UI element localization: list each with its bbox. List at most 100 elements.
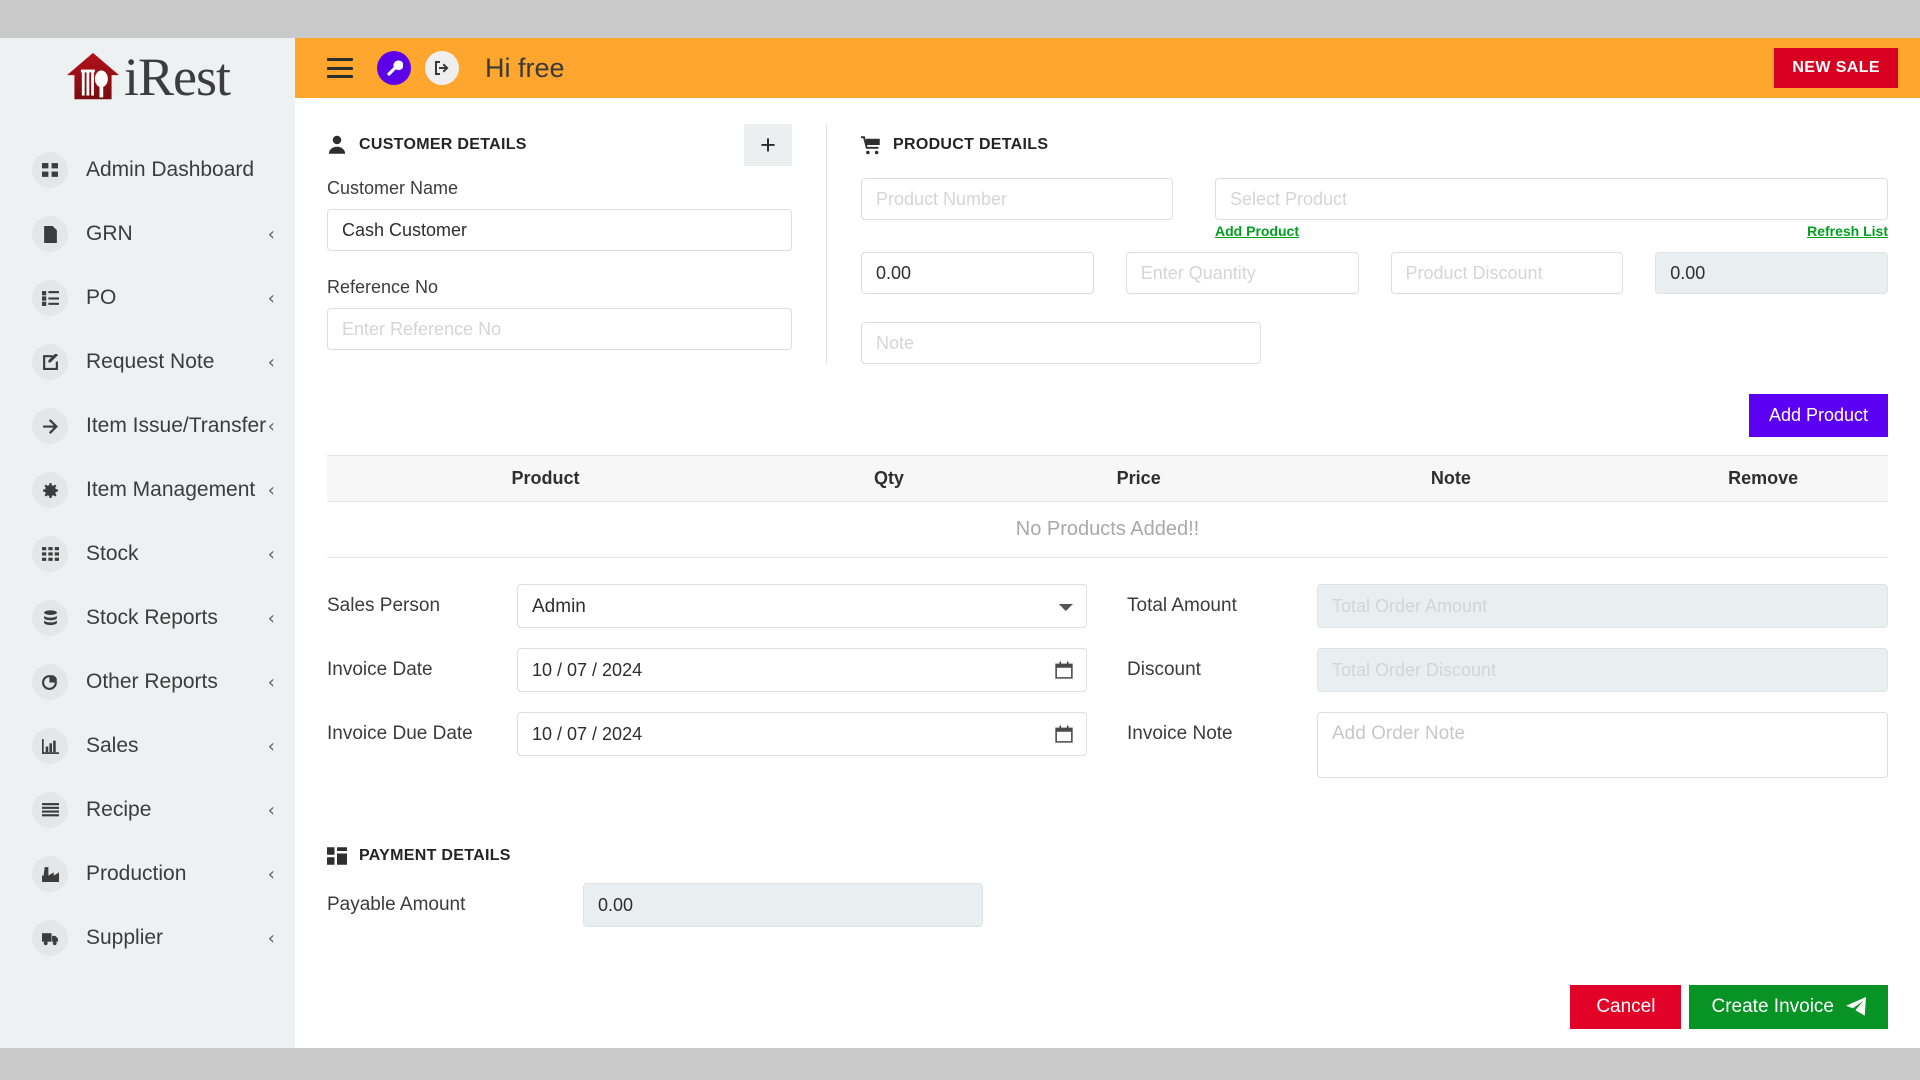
payable-amount-input bbox=[583, 883, 983, 927]
bar-chart-icon bbox=[32, 728, 68, 764]
sidebar-item-label: Supplier bbox=[86, 926, 164, 949]
order-discount-label: Discount bbox=[1127, 659, 1201, 680]
user-icon bbox=[328, 135, 346, 154]
payment-details-title: PAYMENT DETAILS bbox=[359, 847, 511, 864]
grid-icon bbox=[32, 152, 68, 188]
invoice-date-row: Invoice Date bbox=[327, 648, 1087, 692]
product-total-input bbox=[1655, 252, 1888, 294]
product-note-input[interactable] bbox=[861, 322, 1261, 364]
customer-details-panel: CUSTOMER DETAILS + Customer Name Referen… bbox=[327, 124, 827, 364]
chevron-left-icon: ‹ bbox=[267, 607, 275, 629]
product-details-panel: PRODUCT DETAILS Add Product Refresh List bbox=[827, 124, 1888, 364]
select-product-input[interactable] bbox=[1215, 178, 1888, 220]
refresh-list-link[interactable]: Refresh List bbox=[1807, 223, 1888, 242]
sales-person-select[interactable]: Admin bbox=[517, 584, 1087, 628]
content-area: CUSTOMER DETAILS + Customer Name Referen… bbox=[295, 98, 1920, 1048]
gear-icon bbox=[32, 472, 68, 508]
factory-icon bbox=[32, 856, 68, 892]
sidebar-item-label: Recipe bbox=[86, 798, 152, 821]
sidebar-item-item-management[interactable]: Item Management ‹ bbox=[0, 458, 295, 522]
top-bar: Hi free NEW SALE bbox=[295, 38, 1920, 98]
create-invoice-label: Create Invoice bbox=[1711, 996, 1834, 1017]
customer-name-input[interactable] bbox=[327, 209, 792, 251]
invoice-date-input[interactable] bbox=[517, 648, 1087, 692]
sidebar-item-item-issue-transfer[interactable]: Item Issue/Transfer ‹ bbox=[0, 394, 295, 458]
sidebar-item-other-reports[interactable]: Other Reports ‹ bbox=[0, 650, 295, 714]
product-total-group bbox=[1655, 252, 1888, 294]
add-product-button[interactable]: Add Product bbox=[1748, 394, 1888, 437]
payable-amount-row: Payable Amount bbox=[327, 883, 1888, 927]
reference-no-group: Reference No bbox=[327, 277, 792, 350]
wrench-icon bbox=[386, 60, 403, 76]
greeting-text: Hi free bbox=[485, 52, 565, 83]
sidebar-item-admin-dashboard[interactable]: Admin Dashboard bbox=[0, 138, 295, 202]
sidebar-item-stock[interactable]: Stock ‹ bbox=[0, 522, 295, 586]
total-amount-row: Total Amount bbox=[1127, 584, 1888, 628]
th-grid-icon bbox=[32, 536, 68, 572]
sidebar-item-sales[interactable]: Sales ‹ bbox=[0, 714, 295, 778]
sidebar-item-production[interactable]: Production ‹ bbox=[0, 842, 295, 906]
product-quantity-input[interactable] bbox=[1125, 252, 1359, 294]
chevron-left-icon: ‹ bbox=[267, 863, 275, 885]
chevron-left-icon: ‹ bbox=[267, 927, 275, 949]
table-empty-row: No Products Added!! bbox=[327, 501, 1888, 558]
total-amount-label: Total Amount bbox=[1127, 595, 1237, 616]
chevron-left-icon: ‹ bbox=[267, 479, 275, 501]
invoice-note-label: Invoice Note bbox=[1127, 723, 1233, 744]
chevron-left-icon: ‹ bbox=[267, 287, 275, 309]
brand-name: iRest bbox=[123, 47, 231, 107]
logout-button[interactable] bbox=[425, 51, 459, 85]
total-amount-input bbox=[1317, 584, 1888, 628]
sidebar-item-request-note[interactable]: Request Note ‹ bbox=[0, 330, 295, 394]
product-price-input[interactable] bbox=[861, 252, 1094, 294]
logout-icon bbox=[435, 61, 449, 75]
product-selector-row: Add Product Refresh List bbox=[861, 178, 1888, 242]
sidebar: iRest Admin Dashboard GRN ‹ PO ‹ Request… bbox=[0, 38, 295, 1048]
create-invoice-button[interactable]: Create Invoice bbox=[1689, 985, 1888, 1029]
database-icon bbox=[32, 600, 68, 636]
settings-button[interactable] bbox=[377, 51, 411, 85]
edit-note-icon bbox=[32, 344, 68, 380]
invoice-note-textarea[interactable] bbox=[1317, 712, 1888, 778]
sidebar-item-po[interactable]: PO ‹ bbox=[0, 266, 295, 330]
sidebar-item-supplier[interactable]: Supplier ‹ bbox=[0, 906, 295, 970]
chevron-left-icon: ‹ bbox=[267, 415, 275, 437]
new-sale-button[interactable]: NEW SALE bbox=[1774, 48, 1898, 88]
sidebar-item-label: Request Note bbox=[86, 350, 215, 373]
sidebar-item-label: Stock Reports bbox=[86, 606, 218, 629]
sidebar-item-label: Item Management bbox=[86, 478, 256, 501]
cancel-button[interactable]: Cancel bbox=[1570, 985, 1682, 1029]
add-product-link[interactable]: Add Product bbox=[1215, 223, 1299, 242]
order-discount-row: Discount bbox=[1127, 648, 1888, 692]
invoice-section: Sales Person Admin Invoice Date 10 / 07 … bbox=[327, 584, 1888, 803]
customer-details-title: CUSTOMER DETAILS bbox=[359, 136, 527, 153]
sidebar-item-stock-reports[interactable]: Stock Reports ‹ bbox=[0, 586, 295, 650]
brand-logo[interactable]: iRest bbox=[0, 38, 295, 116]
customer-name-label: Customer Name bbox=[327, 178, 459, 198]
products-table: Product Qty Price Note Remove No Product… bbox=[327, 455, 1888, 558]
product-discount-input[interactable] bbox=[1390, 252, 1624, 294]
hamburger-icon[interactable] bbox=[327, 58, 353, 78]
reference-no-label: Reference No bbox=[327, 277, 439, 297]
sidebar-item-label: Stock bbox=[86, 542, 139, 565]
chevron-left-icon: ‹ bbox=[267, 223, 275, 245]
add-product-action-row: Add Product bbox=[327, 394, 1888, 437]
sidebar-item-label: GRN bbox=[86, 222, 133, 245]
sidebar-item-grn[interactable]: GRN ‹ bbox=[0, 202, 295, 266]
product-details-header: PRODUCT DETAILS bbox=[861, 124, 1888, 166]
table-header-qty: Qty bbox=[764, 455, 1014, 502]
sidebar-nav: Admin Dashboard GRN ‹ PO ‹ Request Note … bbox=[0, 116, 295, 970]
house-fork-spoon-logo-icon bbox=[66, 52, 119, 100]
sales-person-row: Sales Person Admin bbox=[327, 584, 1087, 628]
sidebar-item-recipe[interactable]: Recipe ‹ bbox=[0, 778, 295, 842]
sales-person-label: Sales Person bbox=[327, 595, 441, 616]
add-customer-button[interactable]: + bbox=[744, 124, 792, 166]
form-actions: Cancel Create Invoice bbox=[327, 985, 1888, 1029]
sidebar-item-label: Production bbox=[86, 862, 187, 885]
invoice-due-date-input[interactable] bbox=[517, 712, 1087, 756]
product-number-input[interactable] bbox=[861, 178, 1173, 220]
chevron-left-icon: ‹ bbox=[267, 351, 275, 373]
top-section: CUSTOMER DETAILS + Customer Name Referen… bbox=[327, 124, 1888, 364]
reference-no-input[interactable] bbox=[327, 308, 792, 350]
invoice-due-date-row: Invoice Due Date bbox=[327, 712, 1087, 756]
